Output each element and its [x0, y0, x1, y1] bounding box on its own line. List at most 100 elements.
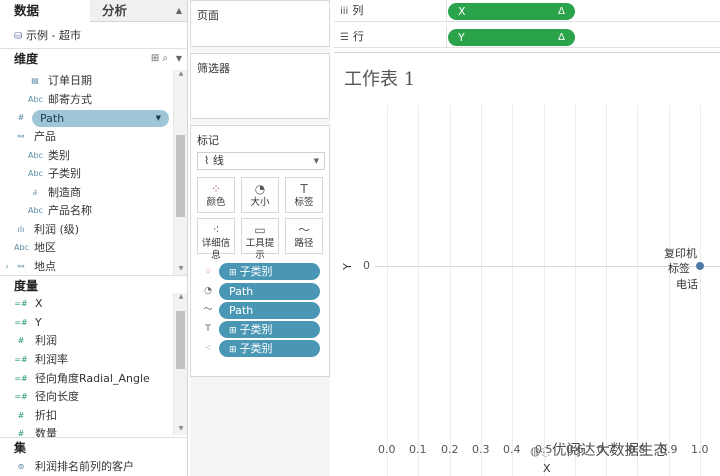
scroll-down-icon[interactable]: ▼ — [174, 265, 187, 275]
set-field[interactable]: ⊚ 利润排名前列的客户 — [0, 458, 172, 476]
scroll-up-icon[interactable]: ▲ — [174, 70, 187, 80]
tooltip-button[interactable]: ▭ 工具提示 — [241, 218, 279, 261]
dimension-field[interactable]: ∂ 制造商 — [0, 184, 172, 202]
columns-shelf[interactable]: iii 列 X Δ — [334, 0, 720, 22]
sets-header: 集 — [0, 437, 187, 457]
number-icon: # — [17, 411, 25, 420]
pill-label: Path — [229, 304, 254, 317]
dimension-field[interactable]: Abc 产品名称 — [0, 202, 172, 220]
mark-type-dropdown[interactable]: ⌇ 线 ▼ — [197, 152, 325, 170]
pages-card[interactable]: 页面 — [190, 0, 330, 47]
scroll-up-icon[interactable]: ▲ — [174, 293, 187, 303]
dimension-field[interactable]: Abc 类别 — [0, 147, 172, 165]
field-label: 利润 (级) — [34, 223, 80, 236]
delta-icon: Δ — [558, 6, 565, 17]
x-gridline — [544, 105, 545, 476]
x-gridline — [512, 105, 513, 476]
shelf-divider — [446, 0, 447, 22]
x-tick-label: 0.2 — [441, 443, 459, 456]
dimension-field[interactable]: › ⚯ 地点 — [0, 258, 172, 276]
path-icon: 〜 — [203, 305, 213, 315]
columns-pill-x[interactable]: X Δ — [448, 3, 575, 20]
dimensions-menu-icon[interactable]: ▼ — [176, 49, 182, 69]
datasource-item[interactable]: ⛁ 示例 - 超市 — [14, 27, 81, 43]
scrollbar-thumb[interactable] — [176, 135, 185, 217]
selected-field-pill[interactable]: Path ▼ — [32, 110, 169, 127]
label-button[interactable]: T 标签 — [285, 177, 323, 213]
detail-button[interactable]: ⁖ 详细信息 — [197, 218, 235, 261]
dimension-field[interactable]: Abc 邮寄方式 — [0, 91, 172, 109]
x-gridline — [637, 105, 638, 476]
data-point[interactable] — [696, 262, 704, 270]
field-label: 利润 — [35, 334, 57, 347]
pill-label: Y — [458, 31, 465, 44]
field-label: 折扣 — [35, 409, 57, 422]
scroll-down-icon[interactable]: ▼ — [174, 425, 187, 435]
dimensions-scrollbar[interactable]: ▲ ▼ — [173, 70, 187, 275]
tooltip-button-label: 工具提示 — [245, 238, 275, 261]
path-button[interactable]: 〜 路径 — [285, 218, 323, 254]
size-button[interactable]: ◔ 大小 — [241, 177, 279, 213]
scrollbar-thumb[interactable] — [176, 311, 185, 369]
chevron-down-icon[interactable]: ▼ — [314, 153, 319, 169]
x-gridline — [669, 105, 670, 476]
collapse-arrows-icon[interactable]: ▲ — [176, 0, 182, 22]
worksheet-title[interactable]: 工作表 1 — [344, 65, 415, 91]
search-icon[interactable]: ⊞ ⌕ — [151, 49, 168, 69]
x-gridline — [700, 105, 701, 476]
datasource-label: 示例 - 超市 — [26, 29, 81, 42]
wechat-icon: ◍◌ — [530, 444, 551, 458]
calc-number-icon: =# — [14, 392, 28, 401]
x-tick-label: 0.0 — [378, 443, 396, 456]
detail-button-label: 详细信息 — [201, 238, 231, 261]
measure-field[interactable]: =# Y — [0, 314, 172, 332]
marks-pill-detail[interactable]: ⊞ 子类别 — [219, 340, 320, 357]
rows-pill-y[interactable]: Y Δ — [448, 29, 575, 46]
point-label: 电话 — [676, 278, 698, 291]
field-label: 订单日期 — [48, 74, 92, 87]
dropdown-arrow-icon[interactable]: ▼ — [156, 110, 161, 127]
marks-card: 标记 ⌇ 线 ▼ ⁘ 颜色 ◔ 大小 T 标签 ⁖ 详细信息 ▭ 工具提示 〜 … — [190, 125, 330, 377]
plus-box-icon: ⊞ — [229, 326, 237, 336]
x-tick-label: 0.3 — [472, 443, 490, 456]
rows-shelf[interactable]: ☰ 行 Y Δ — [334, 26, 720, 48]
color-button[interactable]: ⁘ 颜色 — [197, 177, 235, 213]
y-axis-title[interactable]: Y — [341, 263, 354, 270]
x-axis-title[interactable]: X — [543, 462, 551, 475]
dimension-field[interactable]: ⚯ 产品 — [0, 128, 172, 146]
detail-icon: ⁖ — [212, 223, 220, 237]
measures-scrollbar[interactable]: ▲ ▼ — [173, 293, 187, 435]
field-label: 利润排名前列的客户 — [35, 460, 134, 473]
bin-icon: ılı — [17, 225, 25, 234]
tab-data[interactable]: 数据 — [0, 0, 90, 22]
measure-field[interactable]: # 折扣 — [0, 407, 172, 425]
plus-box-icon: ⊞ — [229, 345, 237, 355]
measure-field[interactable]: =# 径向角度Radial_Angle — [0, 370, 172, 388]
calc-number-icon: =# — [14, 374, 28, 383]
marks-pill-color[interactable]: ⊞ 子类别 — [219, 263, 320, 280]
dimension-field[interactable]: Abc 地区 — [0, 239, 172, 257]
marks-pill-path[interactable]: Path — [219, 302, 320, 319]
marks-pill-size[interactable]: Path — [219, 283, 320, 300]
y-tick-label: 0 — [363, 259, 370, 272]
expand-chevron-icon[interactable]: › — [0, 258, 14, 276]
tab-analysis[interactable]: 分析 ▲ — [90, 0, 187, 22]
dimension-field[interactable]: Abc 子类别 — [0, 165, 172, 183]
measure-field[interactable]: =# 径向长度 — [0, 388, 172, 406]
field-label: 径向角度Radial_Angle — [35, 372, 150, 385]
mark-type-value: 线 — [212, 154, 224, 167]
plus-box-icon: ⊞ — [229, 268, 237, 278]
measure-field[interactable]: =# 利润率 — [0, 351, 172, 369]
size-button-label: 大小 — [250, 197, 270, 208]
field-label: 径向长度 — [35, 390, 79, 403]
number-icon: # — [17, 429, 25, 437]
measure-field[interactable]: =# X — [0, 295, 172, 313]
measure-field[interactable]: # 利润 — [0, 332, 172, 350]
marks-pill-label[interactable]: ⊞ 子类别 — [219, 321, 320, 338]
dimension-field[interactable]: ılı 利润 (级) — [0, 221, 172, 239]
measure-field[interactable]: # 数量 — [0, 425, 172, 437]
dimension-field[interactable]: ▤ 订单日期 — [0, 72, 172, 90]
worksheet-view[interactable]: 工作表 1 Y 0 0.0 0.1 0.2 0.3 0.4 0.5 0.6 0.7 0.8 0.9… — [334, 52, 720, 476]
path-icon: 〜 — [297, 223, 310, 237]
filters-card[interactable]: 筛选器 — [190, 53, 330, 119]
